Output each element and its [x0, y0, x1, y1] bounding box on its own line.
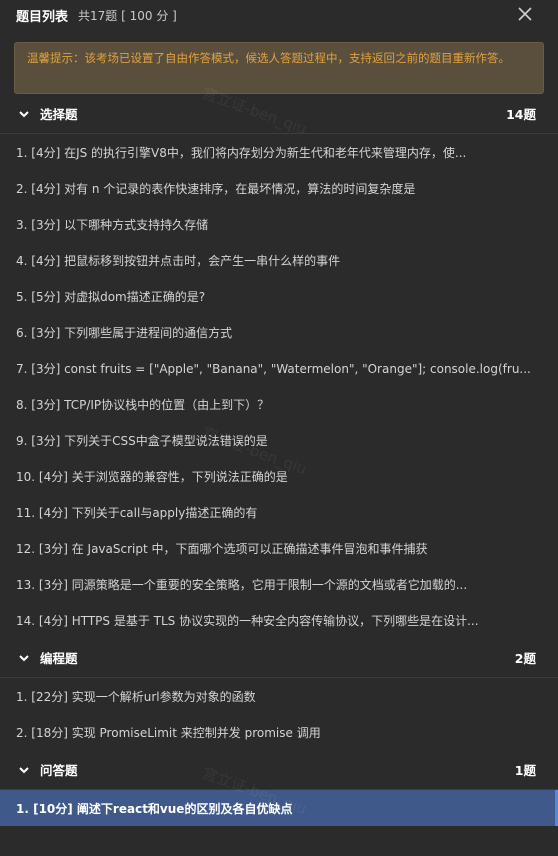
close-icon	[518, 7, 532, 21]
question-item[interactable]: 11. [4分] 下列关于call与apply描述正确的有	[0, 494, 558, 530]
question-item[interactable]: 10. [4分] 关于浏览器的兼容性，下列说法正确的是	[0, 458, 558, 494]
section-count: 14题	[506, 107, 536, 122]
section-qa: 问答题 1题 1. [10分] 阐述下react和vue的区别及各自优缺点	[0, 750, 558, 826]
question-list: 1. [10分] 阐述下react和vue的区别及各自优缺点	[0, 790, 558, 826]
question-item[interactable]: 2. [18分] 实现 PromiseLimit 来控制并发 promise 调…	[0, 714, 558, 750]
question-item[interactable]: 8. [3分] TCP/IP协议栈中的位置（由上到下）？	[0, 386, 558, 422]
question-item-active[interactable]: 1. [10分] 阐述下react和vue的区别及各自优缺点	[0, 790, 558, 826]
section-title: 选择题	[40, 107, 78, 122]
question-item[interactable]: 7. [3分] const fruits = ["Apple", "Banana…	[0, 350, 558, 386]
question-count: 共17题 [ 100 分 ]	[78, 8, 177, 23]
question-item[interactable]: 13. [3分] 同源策略是一个重要的安全策略，它用于限制一个源的文档或者它加载…	[0, 566, 558, 602]
chevron-down-icon	[18, 108, 30, 120]
panel-title: 题目列表	[16, 9, 69, 25]
question-item[interactable]: 3. [3分] 以下哪种方式支持持久存储	[0, 206, 558, 242]
question-item[interactable]: 5. [5分] 对虚拟dom描述正确的是?	[0, 278, 558, 314]
notice-banner: 温馨提示：该考场已设置了自由作答模式，候选人答题过程中，支持返回之前的题目重新作…	[14, 42, 544, 94]
question-item[interactable]: 12. [3分] 在 JavaScript 中，下面哪个选项可以正确描述事件冒泡…	[0, 530, 558, 566]
section-header-coding[interactable]: 编程题 2题	[0, 638, 558, 678]
question-list: 1. [4分] 在JS 的执行引擎V8中，我们将内存划分为新生代和老年代来管理内…	[0, 134, 558, 638]
section-count: 1题	[514, 763, 536, 778]
chevron-down-icon	[18, 652, 30, 664]
question-list: 1. [22分] 实现一个解析url参数为对象的函数 2. [18分] 实现 P…	[0, 678, 558, 750]
question-item[interactable]: 6. [3分] 下列哪些属于进程间的通信方式	[0, 314, 558, 350]
close-button[interactable]	[514, 3, 536, 25]
question-item[interactable]: 9. [3分] 下列关于CSS中盒子模型说法错误的是	[0, 422, 558, 458]
panel-header: 题目列表 共17题 [ 100 分 ]	[0, 0, 558, 30]
section-coding: 编程题 2题 1. [22分] 实现一个解析url参数为对象的函数 2. [18…	[0, 638, 558, 750]
question-item[interactable]: 4. [4分] 把鼠标移到按钮并点击时，会产生一串什么样的事件	[0, 242, 558, 278]
section-header-qa[interactable]: 问答题 1题	[0, 750, 558, 790]
question-item[interactable]: 1. [22分] 实现一个解析url参数为对象的函数	[0, 678, 558, 714]
section-header-choice[interactable]: 选择题 14题	[0, 94, 558, 134]
section-count: 2题	[514, 651, 536, 666]
section-title: 编程题	[40, 651, 78, 666]
question-item[interactable]: 14. [4分] HTTPS 是基于 TLS 协议实现的一种安全内容传输协议，下…	[0, 602, 558, 638]
section-title: 问答题	[40, 763, 78, 778]
section-choice: 选择题 14题 1. [4分] 在JS 的执行引擎V8中，我们将内存划分为新生代…	[0, 94, 558, 638]
question-item[interactable]: 2. [4分] 对有 n 个记录的表作快速排序，在最坏情况，算法的时间复杂度是	[0, 170, 558, 206]
chevron-down-icon	[18, 764, 30, 776]
question-item[interactable]: 1. [4分] 在JS 的执行引擎V8中，我们将内存划分为新生代和老年代来管理内…	[0, 134, 558, 170]
